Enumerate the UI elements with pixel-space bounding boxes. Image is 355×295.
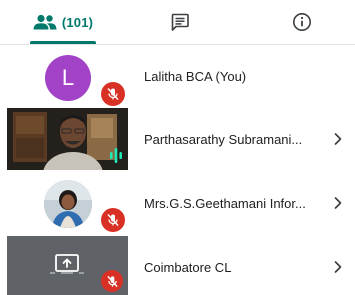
chat-icon bbox=[171, 13, 189, 31]
speaking-indicator-icon bbox=[110, 148, 122, 163]
tab-chat[interactable] bbox=[130, 0, 230, 44]
participants-tab-bar: (101) bbox=[0, 0, 355, 44]
participant-row[interactable]: Coimbatore CL bbox=[0, 236, 355, 295]
people-icon bbox=[33, 14, 57, 30]
tab-info[interactable] bbox=[252, 0, 352, 44]
chevron-right-icon[interactable] bbox=[330, 236, 346, 295]
participant-row[interactable]: Parthasarathy Subramani... bbox=[0, 108, 355, 170]
participant-name: Coimbatore CL bbox=[144, 259, 232, 275]
participant-row[interactable]: Mrs.G.S.Geethamani Infor... bbox=[0, 172, 355, 234]
screen-share-tile bbox=[7, 236, 128, 295]
info-icon bbox=[293, 13, 311, 31]
participant-name: Parthasarathy Subramani... bbox=[144, 131, 303, 147]
participant-video bbox=[7, 108, 128, 170]
present-screen-icon bbox=[50, 254, 84, 274]
tab-people[interactable]: (101) bbox=[8, 0, 118, 44]
chevron-right-icon[interactable] bbox=[330, 172, 346, 234]
participant-count: (101) bbox=[61, 14, 94, 30]
participant-row[interactable]: Lalitha BCA (You) bbox=[0, 45, 355, 107]
participant-name: Lalitha BCA (You) bbox=[144, 68, 247, 84]
participant-name: Mrs.G.S.Geethamani Infor... bbox=[144, 195, 306, 211]
chevron-right-icon[interactable] bbox=[330, 108, 346, 170]
mic-off-icon bbox=[101, 270, 123, 292]
